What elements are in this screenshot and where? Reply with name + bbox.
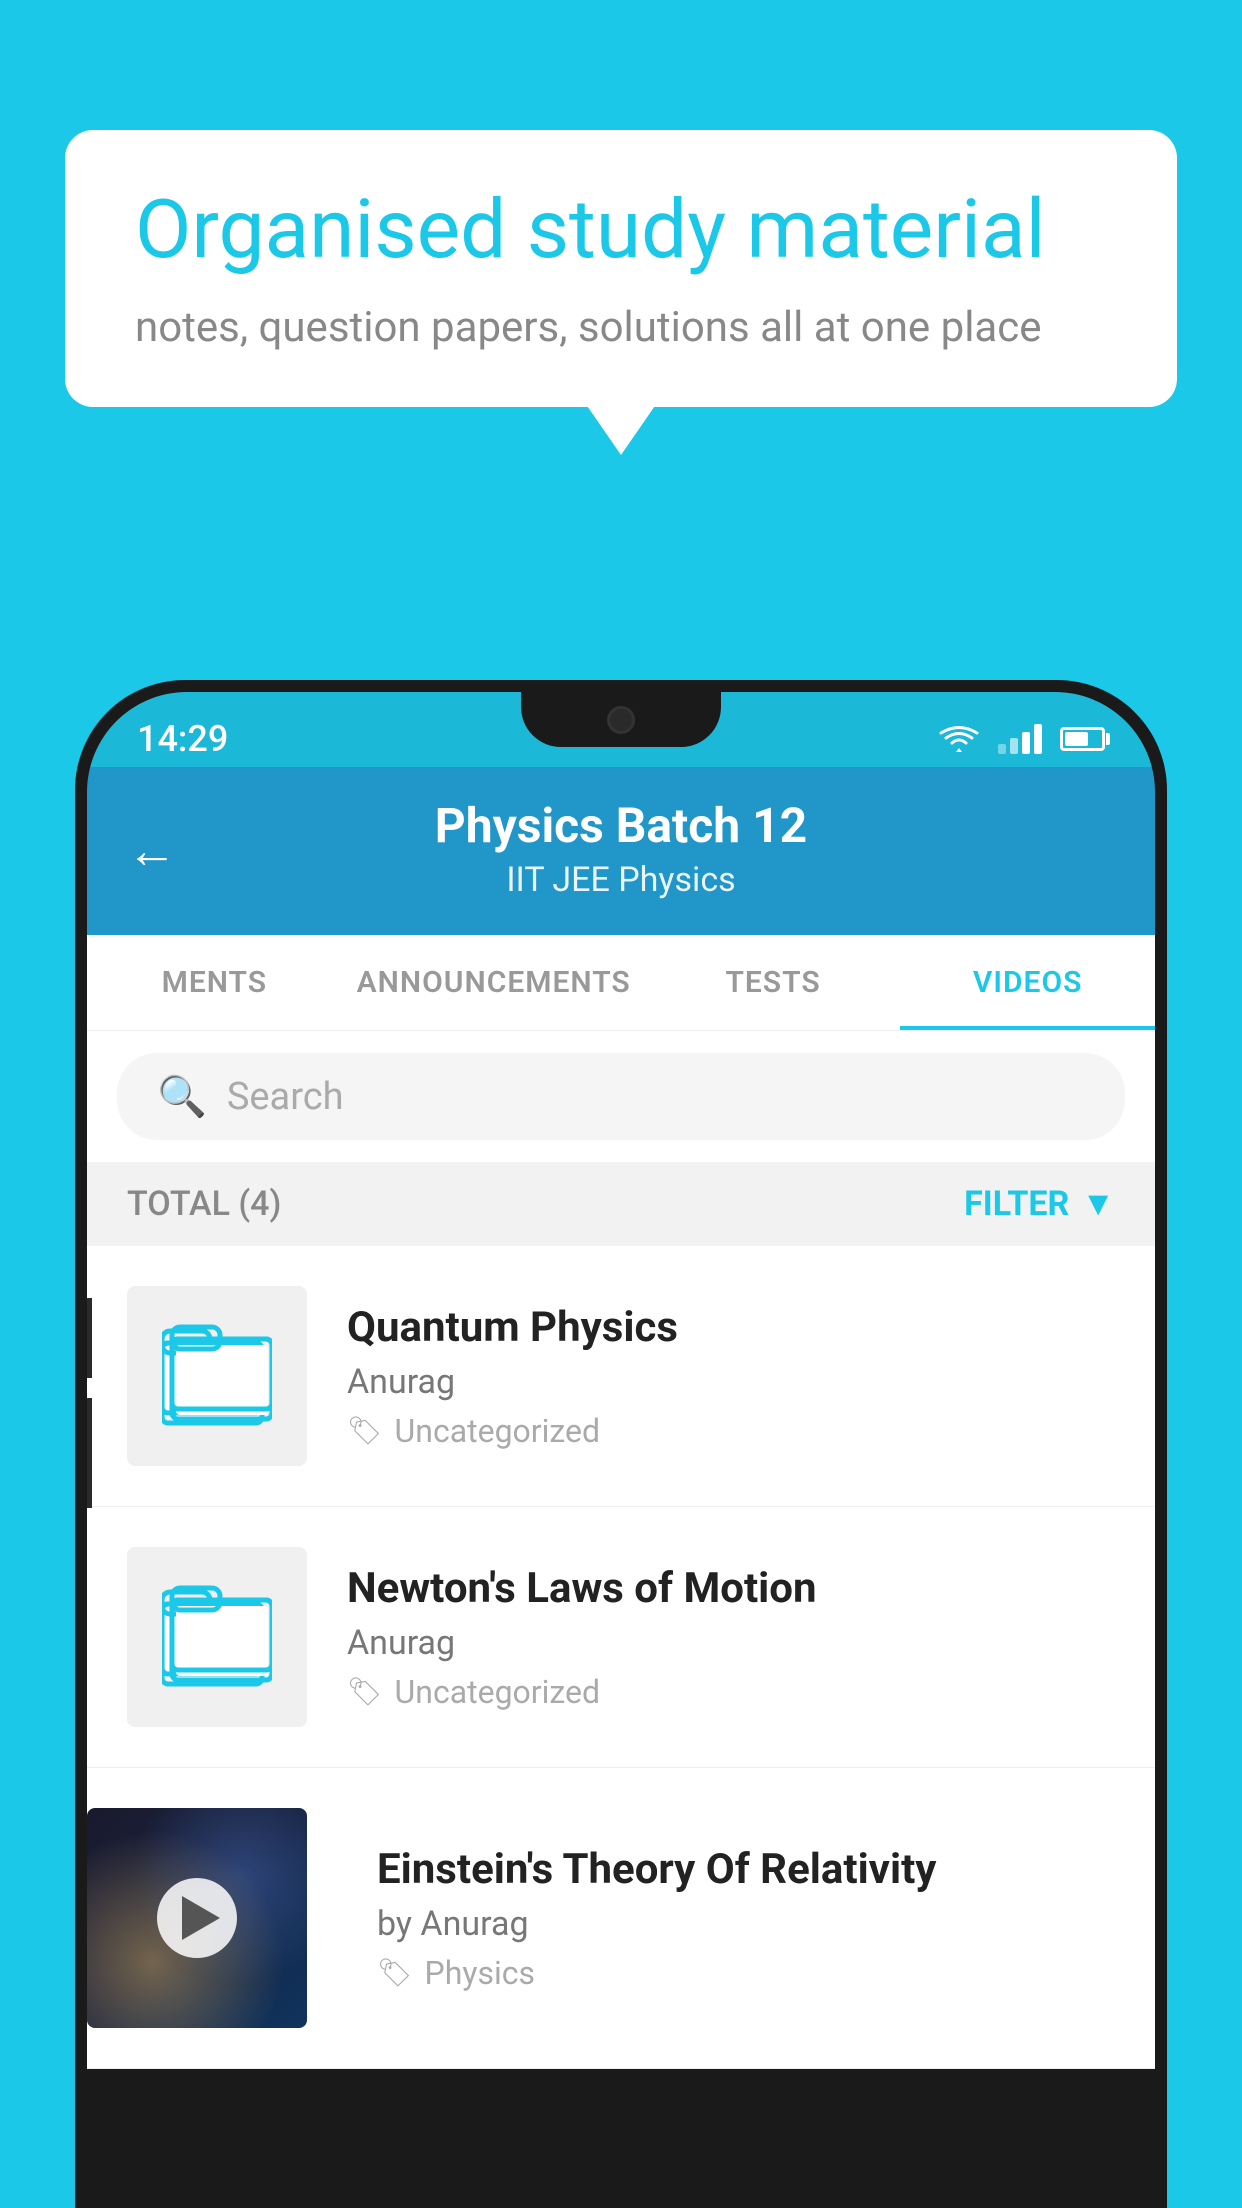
iit-jee-label: IIT JEE: [506, 860, 609, 900]
search-container: 🔍 Search: [87, 1031, 1155, 1162]
video-tag-3: 🏷 Physics: [377, 1954, 1115, 1992]
search-input[interactable]: 🔍 Search: [117, 1053, 1125, 1140]
phone-frame: 14:29: [75, 680, 1167, 2208]
video-title-2: Newton's Laws of Motion: [347, 1564, 1115, 1613]
video-author-2: Anurag: [347, 1623, 1115, 1663]
filter-button[interactable]: FILTER ▼: [964, 1184, 1115, 1224]
bubble-subtitle: notes, question papers, solutions all at…: [135, 303, 1107, 352]
volume-down-button[interactable]: [87, 1398, 92, 1508]
volume-up-button[interactable]: [87, 1298, 92, 1378]
tab-ments[interactable]: MENTS: [87, 935, 342, 1030]
wifi-icon: [938, 724, 980, 754]
battery-icon: [1060, 727, 1105, 751]
video-tag-1: 🏷 Uncategorized: [347, 1412, 1115, 1450]
folder-icon: [162, 1582, 272, 1692]
filter-funnel-icon: ▼: [1081, 1184, 1115, 1224]
tag-icon: 🏷: [377, 1956, 413, 1989]
video-author-1: Anurag: [347, 1362, 1115, 1402]
filter-bar: TOTAL (4) FILTER ▼: [87, 1162, 1155, 1246]
einstein-thumbnail: [87, 1808, 307, 2028]
tag-icon: 🏷: [347, 1675, 383, 1708]
header-title: Physics Batch 12: [137, 797, 1105, 854]
video-tag-2: 🏷 Uncategorized: [347, 1673, 1115, 1711]
tag-icon: 🏷: [347, 1414, 383, 1447]
search-icon: 🔍: [157, 1073, 207, 1120]
speech-bubble-container: Organised study material notes, question…: [65, 130, 1177, 407]
tab-bar: MENTS ANNOUNCEMENTS TESTS VIDEOS: [87, 935, 1155, 1031]
speech-bubble: Organised study material notes, question…: [65, 130, 1177, 407]
status-icons: [938, 724, 1105, 754]
filter-label: FILTER: [964, 1184, 1069, 1224]
video-author-3: by Anurag: [377, 1904, 1115, 1944]
signal-icon: [998, 724, 1042, 754]
video-thumbnail-1: [127, 1286, 307, 1466]
play-button[interactable]: [157, 1878, 237, 1958]
tab-tests[interactable]: TESTS: [646, 935, 901, 1030]
video-title-1: Quantum Physics: [347, 1303, 1115, 1352]
play-triangle-icon: [182, 1896, 220, 1940]
phone-notch: [521, 692, 721, 747]
list-item[interactable]: Quantum Physics Anurag 🏷 Uncategorized: [87, 1246, 1155, 1507]
back-button[interactable]: ←: [127, 822, 177, 881]
header-subtitle: IIT JEE Physics: [137, 860, 1105, 900]
phone-inner: 14:29: [87, 692, 1155, 2208]
video-title-3: Einstein's Theory Of Relativity: [377, 1845, 1115, 1894]
video-info-2: Newton's Laws of Motion Anurag 🏷 Uncateg…: [347, 1564, 1115, 1711]
physics-label: Physics: [618, 860, 735, 900]
list-item[interactable]: Newton's Laws of Motion Anurag 🏷 Uncateg…: [87, 1507, 1155, 1768]
tab-videos[interactable]: VIDEOS: [900, 935, 1155, 1030]
video-info-3: Einstein's Theory Of Relativity by Anura…: [347, 1845, 1115, 1992]
camera: [607, 706, 635, 734]
tab-announcements[interactable]: ANNOUNCEMENTS: [342, 935, 646, 1030]
video-thumbnail-2: [127, 1547, 307, 1727]
search-placeholder: Search: [227, 1075, 344, 1119]
bubble-title: Organised study material: [135, 185, 1107, 275]
total-count: TOTAL (4): [127, 1184, 281, 1224]
folder-icon: [162, 1321, 272, 1431]
app-header: ← Physics Batch 12 IIT JEE Physics: [87, 767, 1155, 935]
side-buttons: [87, 1298, 92, 1508]
video-info-1: Quantum Physics Anurag 🏷 Uncategorized: [347, 1303, 1115, 1450]
status-time: 14:29: [137, 718, 228, 760]
video-list: Quantum Physics Anurag 🏷 Uncategorized: [87, 1246, 1155, 2069]
list-item[interactable]: Einstein's Theory Of Relativity by Anura…: [87, 1768, 1155, 2069]
